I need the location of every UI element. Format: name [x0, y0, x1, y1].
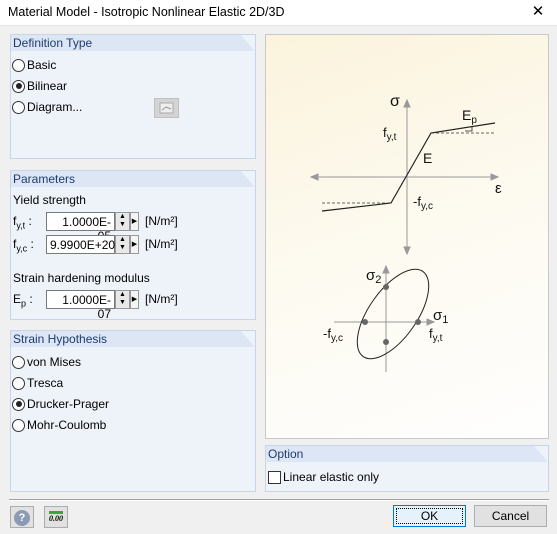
window-title: Material Model - Isotropic Nonlinear Ela… [8, 5, 285, 19]
option-header: Option [266, 446, 548, 462]
units-button[interactable]: 0.00 [44, 506, 68, 528]
radio-basic[interactable]: Basic [12, 58, 56, 72]
radio-label: Drucker-Prager [27, 397, 110, 411]
edit-diagram-button[interactable] [154, 98, 179, 118]
yield-surface [356, 268, 430, 360]
fyt-spinner[interactable]: ▲ ▼ [115, 212, 130, 231]
fyc-menu-arrow[interactable]: ▶ [130, 235, 139, 254]
radio-drucker-prager[interactable]: Drucker-Prager [12, 397, 109, 411]
definition-type-header: Definition Type [11, 35, 255, 51]
diagram-edit-icon [159, 102, 174, 114]
fyc-diagram-label: -fy,c [413, 194, 433, 212]
sigma2-label: σ2 [366, 267, 381, 286]
parameters-panel: Parameters Yield strength fy,t : 1.0000E… [10, 170, 256, 321]
radio-label: Basic [27, 58, 57, 72]
radio-circle [12, 355, 25, 369]
yield-strength-label: Yield strength [13, 193, 86, 207]
close-button[interactable]: ✕ [527, 2, 549, 22]
option-panel: Option Linear elastic only [265, 445, 549, 492]
fyc-unit: [N/m²] [145, 237, 178, 251]
sigma1-label: σ1 [433, 307, 448, 326]
radio-label: Bilinear [27, 79, 68, 93]
radio-circle [12, 79, 25, 93]
stress-strain-diagram: σ ε fy,t E Ep -fy,c σ2 σ1 -fy,c fy,t [309, 93, 502, 372]
checkbox-label: Linear elastic only [283, 470, 380, 484]
fyc-label: fy,c : [13, 237, 34, 254]
decimal-places-icon: 0.00 [49, 511, 63, 523]
diagram-image: σ ε fy,t E Ep -fy,c σ2 σ1 -fy,c fy,t [265, 34, 549, 439]
strain-hypothesis-panel: Strain Hypothesis von Mises Tresca Druck… [10, 330, 256, 492]
title-bar: Material Model - Isotropic Nonlinear Ela… [0, 0, 557, 26]
cancel-button[interactable]: Cancel [474, 505, 547, 527]
radio-circle [12, 376, 25, 390]
radio-label: Mohr-Coulomb [27, 418, 107, 432]
sigma-label: σ [390, 93, 400, 110]
fyc-input[interactable]: 9.9900E+20 [46, 235, 115, 254]
ep-spinner[interactable]: ▲ ▼ [115, 290, 130, 309]
strain-hypothesis-header: Strain Hypothesis [11, 331, 255, 347]
radio-diagram[interactable]: Diagram... [12, 100, 82, 114]
ep-input[interactable]: 1.0000E-07 [46, 290, 115, 321]
radio-label: Tresca [27, 376, 64, 390]
help-icon: ? [14, 510, 30, 526]
fyt-input[interactable]: 1.0000E-05 [46, 212, 115, 243]
fyc-spinner[interactable]: ▲ ▼ [115, 235, 130, 254]
radio-circle [12, 58, 25, 72]
radio-bilinear[interactable]: Bilinear [12, 79, 67, 93]
radio-mohr-coulomb[interactable]: Mohr-Coulomb [12, 418, 106, 432]
e-label: E [423, 150, 432, 166]
hardening-label: Strain hardening modulus [13, 271, 150, 285]
ep-diagram-label: Ep [462, 107, 477, 126]
definition-type-panel: Definition Type Basic Bilinear Diagram..… [10, 34, 256, 159]
radio-von-mises[interactable]: von Mises [12, 355, 81, 369]
checkbox-box [268, 470, 281, 484]
linear-elastic-checkbox[interactable]: Linear elastic only [268, 470, 379, 484]
epsilon-label: ε [495, 180, 502, 197]
radio-tresca[interactable]: Tresca [12, 376, 63, 390]
fyt-ellipse-label: fy,t [429, 326, 443, 344]
footer-divider [9, 499, 549, 501]
radio-label: von Mises [27, 355, 82, 369]
ok-button[interactable]: OK [393, 505, 466, 527]
parameters-header: Parameters [11, 171, 255, 187]
ep-label: Ep : [13, 292, 33, 309]
fyc-ellipse-label: -fy,c [323, 326, 343, 344]
fyt-label: fy,t : [13, 214, 32, 231]
stress-curve [321, 122, 496, 212]
radio-circle [12, 397, 25, 411]
help-button[interactable]: ? [10, 506, 34, 528]
radio-circle [12, 418, 25, 432]
ep-unit: [N/m²] [145, 292, 178, 306]
fyt-unit: [N/m²] [145, 214, 178, 228]
ep-menu-arrow[interactable]: ▶ [130, 290, 139, 309]
radio-circle [12, 100, 25, 114]
fyt-menu-arrow[interactable]: ▶ [130, 212, 139, 231]
radio-label: Diagram... [27, 100, 83, 114]
fyt-diagram-label: fy,t [383, 125, 397, 143]
